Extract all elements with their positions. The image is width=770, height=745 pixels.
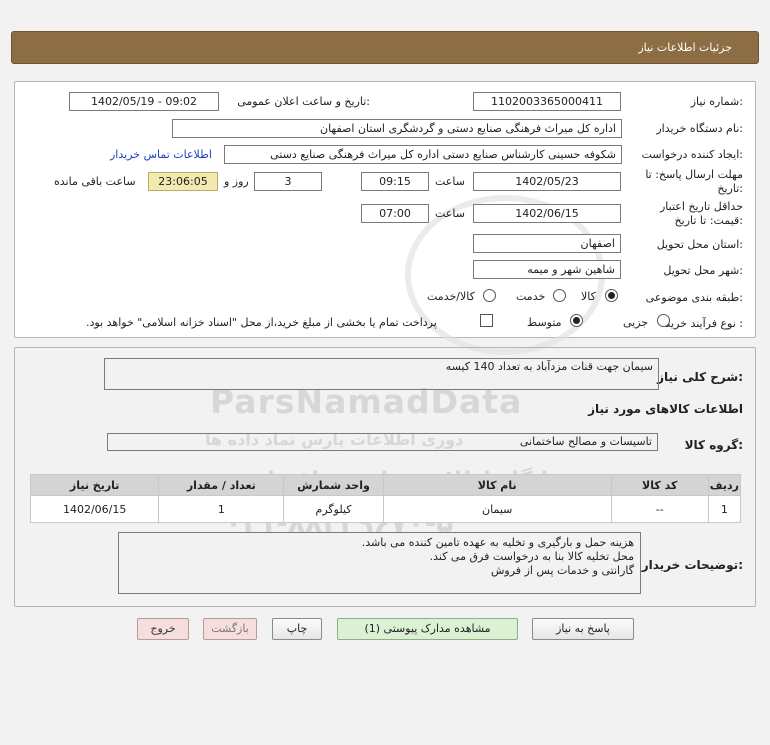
province-label: استان محل تحویل: — [656, 238, 743, 251]
process-medium-label: متوسط — [527, 316, 562, 329]
process-type-label: نوع فرآیند خرید : — [665, 317, 743, 330]
validity-date-field: 1402/06/15 — [473, 204, 621, 223]
need-number-label: شماره نیاز: — [690, 95, 743, 108]
reply-deadline-label-line-2: تاریخ: — [717, 182, 743, 195]
city-field: شاهین شهر و میمه — [473, 260, 621, 279]
buyer-contact-link[interactable]: اطلاعات تماس خریدار — [110, 148, 212, 161]
col-goods-name: نام کالا — [382, 474, 612, 496]
buyer-notes-line-3: گارانتی و خدمات پس از فروش — [491, 564, 634, 577]
col-need-date: تاریخ نیاز — [29, 474, 160, 496]
cell-quantity: 1 — [158, 495, 285, 523]
category-goods-label: کالا — [581, 290, 596, 303]
general-description-field: سیمان جهت قنات مزدآباد به تعداد 140 کیسه — [104, 358, 659, 390]
exit-button[interactable]: خروج — [137, 618, 189, 640]
validity-label-line-2: قیمت: تا تاریخ: — [674, 214, 743, 227]
reply-button[interactable]: پاسخ به نیاز — [532, 618, 634, 640]
validity-label-line-1: حداقل تاریخ اعتبار — [659, 200, 743, 213]
category-service-label: خدمت — [516, 290, 546, 303]
category-goods-service-radio[interactable] — [483, 289, 496, 302]
city-label: شهر محل تحویل: — [663, 264, 743, 277]
treasury-payment-note: پرداخت تمام یا بخشی از مبلغ خرید،از محل … — [86, 316, 437, 329]
cell-goods-code: -- — [610, 495, 709, 523]
col-quantity: تعداد / مقدار — [158, 474, 285, 496]
announce-datetime-field: 1402/05/19 - 09:02 — [69, 92, 219, 111]
col-goods-code: کد کالا — [610, 474, 709, 496]
cell-goods-name: سیمان — [382, 495, 612, 523]
buyer-notes-line-2: محل تخلیه کالا بنا به درخواست فرق می کند… — [429, 550, 634, 563]
validity-time-field: 07:00 — [361, 204, 429, 223]
cell-unit: کیلوگرم — [283, 495, 384, 523]
goods-group-label: گروه کالا: — [684, 438, 743, 452]
process-medium-radio[interactable] — [570, 314, 583, 327]
page-header: جزئیات اطلاعات نیاز — [11, 31, 759, 64]
goods-info-title: اطلاعات کالاهای مورد نیاز — [588, 402, 743, 416]
process-minor-radio[interactable] — [657, 314, 670, 327]
process-minor-label: جزیی — [623, 316, 649, 329]
print-button[interactable]: چاپ — [272, 618, 322, 640]
cell-need-date: 1402/06/15 — [29, 495, 160, 523]
category-service-radio[interactable] — [553, 289, 566, 302]
category-label: طبقه بندی موضوعی: — [645, 291, 743, 304]
province-field: اصفهان — [473, 234, 621, 253]
reply-time-label: ساعت — [435, 175, 465, 188]
cell-row-number: 1 — [707, 495, 742, 523]
creator-label: ایجاد کننده درخواست: — [641, 148, 743, 161]
buyer-field: اداره کل میراث فرهنگی صنایع دستی و گردشگ… — [172, 119, 622, 138]
announce-label: تاریخ و ساعت اعلان عمومی: — [237, 95, 370, 108]
remaining-label: ساعت باقی مانده — [54, 175, 136, 188]
reply-time-field: 09:15 — [361, 172, 429, 191]
days-label: روز و — [224, 175, 249, 188]
category-goods-radio[interactable] — [605, 289, 618, 302]
table-row: 1 -- سیمان کیلوگرم 1 1402/06/15 — [29, 495, 742, 523]
treasury-payment-checkbox[interactable] — [480, 314, 493, 327]
remaining-days-field: 3 — [254, 172, 322, 191]
col-row-number: ردیف — [707, 474, 742, 496]
creator-field: شکوفه حسینی کارشناس صنایع دستی اداره کل … — [224, 145, 622, 164]
need-number-field: 1102003365000411 — [473, 92, 621, 111]
buyer-notes-label: توضیحات خریدار: — [641, 558, 743, 572]
back-button[interactable]: بازگشت — [203, 618, 257, 640]
validity-time-label: ساعت — [435, 207, 465, 220]
reply-date-field: 1402/05/23 — [473, 172, 621, 191]
goods-table-header: ردیف کد کالا نام کالا واحد شمارش تعداد /… — [29, 474, 742, 496]
reply-deadline-label-line-1: مهلت ارسال پاسخ: تا — [645, 168, 743, 181]
buyer-notes-box: هزینه حمل و بارگیری و تخلیه به عهده تامی… — [118, 532, 641, 594]
goods-group-field: تاسیسات و مصالح ساختمانی — [107, 433, 658, 451]
view-attachments-button[interactable]: مشاهده مدارک پیوستی (1) — [337, 618, 518, 640]
buyer-label: نام دستگاه خریدار: — [656, 122, 743, 135]
goods-table: ردیف کد کالا نام کالا واحد شمارش تعداد /… — [29, 474, 742, 523]
page-title: جزئیات اطلاعات نیاز — [638, 41, 732, 54]
remaining-time-field: 23:06:05 — [148, 172, 218, 191]
col-unit: واحد شمارش — [283, 474, 384, 496]
buyer-notes-line-1: هزینه حمل و بارگیری و تخلیه به عهده تامی… — [361, 536, 634, 549]
category-goods-service-label: کالا/خدمت — [427, 290, 475, 303]
general-description-label: شرح کلی نیاز: — [657, 370, 743, 384]
